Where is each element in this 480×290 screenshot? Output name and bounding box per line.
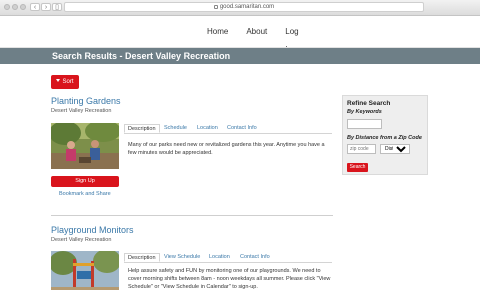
lock-icon: [213, 5, 218, 9]
page-header-bar: Search Results - Desert Valley Recreatio…: [0, 48, 480, 64]
browser-toolbar: ‹ › ▯ good.samaritan.com: [0, 0, 480, 16]
listing-description: Many of our parks need new or revitalize…: [128, 142, 325, 156]
minimize-window-icon[interactable]: [12, 4, 18, 10]
sort-button[interactable]: Sort: [51, 75, 79, 89]
refine-search-panel: Refine Search By Keywords By Distance fr…: [342, 95, 428, 175]
tab-view-schedule[interactable]: View Schedule: [164, 253, 200, 262]
nav-home-link[interactable]: Home: [198, 23, 237, 41]
back-arrow-icon[interactable]: ‹: [30, 3, 40, 11]
tab-location[interactable]: Location: [197, 124, 218, 133]
page-title: Search Results - Desert Valley Recreatio…: [52, 51, 231, 61]
listing-description: Help assure safety and FUN by monitoring…: [128, 268, 331, 290]
listing-tabs: Description Schedule Location Contact In…: [124, 124, 332, 134]
tab-contact-info[interactable]: Contact Info: [240, 253, 270, 262]
sidebar-icon[interactable]: ▯: [52, 3, 62, 11]
listing-org: Desert Valley Recreation: [51, 237, 112, 243]
tab-schedule[interactable]: Schedule: [164, 124, 187, 133]
listing-title[interactable]: Playground Monitors: [51, 225, 134, 235]
zip-label: By Distance from a Zip Code: [347, 135, 422, 141]
tab-description[interactable]: Description: [124, 253, 160, 262]
distance-select[interactable]: Distance: [380, 144, 410, 154]
listing-photo: [51, 123, 119, 169]
sort-label: Sort: [62, 79, 74, 85]
sign-up-button[interactable]: Sign Up: [51, 176, 119, 187]
bookmark-share-link[interactable]: Bookmark and Share: [59, 191, 111, 197]
zoom-window-icon[interactable]: [20, 4, 26, 10]
tab-description[interactable]: Description: [124, 124, 160, 133]
search-button[interactable]: Search: [347, 163, 368, 172]
browser-window: ‹ › ▯ good.samaritan.com Home About Log …: [0, 0, 480, 290]
listing-divider: [51, 215, 333, 216]
caret-down-icon: [56, 79, 61, 82]
keywords-input[interactable]: [347, 119, 382, 129]
nav-about-link[interactable]: About: [237, 23, 276, 41]
tab-location[interactable]: Location: [209, 253, 230, 262]
top-nav: Home About Log In: [198, 23, 307, 54]
forward-arrow-icon[interactable]: ›: [41, 3, 51, 11]
nav-login-link[interactable]: Log In: [276, 23, 307, 54]
url-text: good.samaritan.com: [219, 4, 275, 10]
tab-contact-info[interactable]: Contact Info: [227, 124, 257, 133]
close-window-icon[interactable]: [4, 4, 10, 10]
refine-title: Refine Search: [347, 100, 391, 107]
keywords-label: By Keywords: [347, 109, 382, 115]
listing-org: Desert Valley Recreation: [51, 108, 112, 114]
listing-photo: [51, 251, 119, 290]
zip-code-input[interactable]: [347, 144, 376, 154]
address-bar[interactable]: good.samaritan.com: [64, 2, 424, 12]
listing-title[interactable]: Planting Gardens: [51, 96, 121, 106]
listing-tabs: Description View Schedule Location Conta…: [124, 253, 332, 263]
